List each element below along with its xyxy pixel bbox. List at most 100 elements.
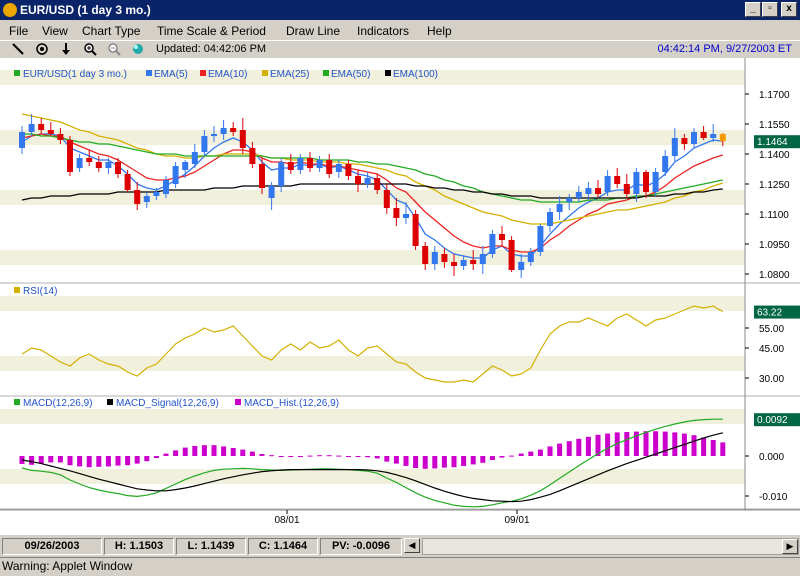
candle-body xyxy=(422,246,429,264)
menu-draw-line[interactable]: Draw Line xyxy=(286,24,340,38)
legend-swatch-symbol xyxy=(14,70,20,76)
chart-canvas[interactable]: EUR/USD(1 day 3 mo.) EMA(5) EMA(10) EMA(… xyxy=(0,58,800,535)
menu-help[interactable]: Help xyxy=(427,24,452,38)
axis-tick-label: 45.00 xyxy=(759,344,784,355)
candle-body xyxy=(38,124,45,130)
legend-swatch-hist xyxy=(235,399,241,405)
macd-hist-bar xyxy=(393,456,399,464)
close-button[interactable]: x xyxy=(781,2,797,17)
candle-body xyxy=(278,162,285,186)
macd-hist-bar xyxy=(153,456,159,458)
menu-time-scale[interactable]: Time Scale & Period xyxy=(157,24,266,38)
axis-tick-label: 1.1700 xyxy=(759,90,790,101)
candle-body xyxy=(201,136,208,152)
legend-ema100: EMA(100) xyxy=(393,69,438,80)
macd-hist-bar xyxy=(317,455,323,457)
candle-body xyxy=(57,134,64,140)
macd-hist-bar xyxy=(518,453,524,456)
macd-hist-bar xyxy=(192,446,198,456)
macd-hist-bar xyxy=(374,456,380,459)
legend-ema25: EMA(25) xyxy=(270,69,309,80)
maximize-button[interactable]: ▫ xyxy=(762,2,778,17)
horizontal-scrollbar[interactable]: ▶ xyxy=(422,538,799,555)
date-axis: 08/01 09/01 xyxy=(274,515,529,526)
legend-swatch-ema5 xyxy=(146,70,152,76)
candle-body xyxy=(633,172,640,194)
macd-hist-bar xyxy=(576,438,582,456)
minimize-button[interactable]: _ xyxy=(745,2,761,17)
candle-body xyxy=(326,160,333,174)
grid-band xyxy=(0,409,745,424)
status-pv: PV: -0.0096 xyxy=(320,538,402,555)
axis-tick-label: 1.1550 xyxy=(759,120,790,131)
legend-swatch-ema100 xyxy=(385,70,391,76)
macd-hist-bar xyxy=(182,447,188,456)
candle-body xyxy=(316,160,323,168)
legend-swatch-ema25 xyxy=(262,70,268,76)
candle-body xyxy=(537,226,544,252)
macd-hist-bar xyxy=(720,442,726,456)
title-bar: EUR/USD (1 day 3 mo.) _ ▫ x xyxy=(0,0,800,20)
macd-hist-bar xyxy=(489,456,495,460)
candle-body xyxy=(575,192,582,198)
chart-area[interactable]: EUR/USD(1 day 3 mo.) EMA(5) EMA(10) EMA(… xyxy=(0,58,800,535)
refresh-icon[interactable] xyxy=(130,42,146,57)
candle-body xyxy=(249,148,256,164)
menu-chart-type[interactable]: Chart Type xyxy=(82,24,140,38)
menu-file[interactable]: File xyxy=(9,24,28,38)
candle-body xyxy=(595,188,601,194)
menu-indicators[interactable]: Indicators xyxy=(357,24,409,38)
candle-body xyxy=(691,132,697,144)
macd-hist-bar xyxy=(643,431,649,456)
macd-hist-bar xyxy=(297,456,303,457)
candle-body xyxy=(412,214,419,246)
macd-hist-bar xyxy=(269,455,275,457)
grid-band xyxy=(0,250,745,265)
scroll-right-button[interactable]: ▶ xyxy=(782,539,798,554)
zoom-in-icon[interactable] xyxy=(82,42,98,57)
candle-body xyxy=(383,190,390,208)
axis-tick-label: 1.1250 xyxy=(759,180,790,191)
legend-ema50: EMA(50) xyxy=(331,69,370,80)
candle-body xyxy=(182,162,189,170)
crosshair-icon[interactable] xyxy=(34,42,50,57)
macd-hist-bar xyxy=(528,451,534,456)
macd-hist-bar xyxy=(125,456,131,466)
legend-swatch-rsi xyxy=(14,287,20,293)
candle-body xyxy=(239,130,246,148)
candle-body xyxy=(47,130,54,134)
candle-body xyxy=(355,176,361,184)
macd-hist-bar xyxy=(413,456,419,468)
macd-hist-bar xyxy=(566,441,572,456)
scroll-left-button[interactable]: ◀ xyxy=(404,538,420,553)
legend-swatch-ema10 xyxy=(200,70,206,76)
axis-tick-label: 30.00 xyxy=(759,374,784,385)
zoom-out-icon[interactable] xyxy=(106,42,122,57)
candle-body xyxy=(518,262,525,270)
status-close: C: 1.1464 xyxy=(248,538,318,555)
candle-body xyxy=(470,260,477,264)
candle-body xyxy=(623,184,630,194)
status-high: H: 1.1503 xyxy=(104,538,174,555)
macd-hist-bar xyxy=(29,456,35,465)
candle-body xyxy=(460,260,467,266)
menu-view[interactable]: View xyxy=(42,24,68,38)
candle-body xyxy=(479,254,486,264)
legend-swatch-ema50 xyxy=(323,70,329,76)
macd-hist-bar xyxy=(441,456,447,468)
last-value-label: 1.1464 xyxy=(757,137,788,148)
macd-hist-bar xyxy=(461,456,467,466)
macd-hist-bar xyxy=(662,431,668,456)
draw-line-icon[interactable] xyxy=(10,42,26,57)
macd-hist-bar xyxy=(710,440,716,456)
legend-macd: MACD(12,26,9) xyxy=(23,398,92,409)
legend-hist: MACD_Hist.(12,26,9) xyxy=(244,398,339,409)
macd-hist-bar xyxy=(537,449,543,456)
macd-hist-bar xyxy=(221,446,227,456)
macd-hist-bar xyxy=(451,456,457,468)
applet-window: EUR/USD (1 day 3 mo.) _ ▫ x File View Ch… xyxy=(0,0,800,576)
axis-tick-label: 1.0800 xyxy=(759,270,790,281)
macd-hist-bar xyxy=(211,445,217,456)
candle-body xyxy=(287,162,294,170)
arrow-down-icon[interactable] xyxy=(58,42,74,57)
